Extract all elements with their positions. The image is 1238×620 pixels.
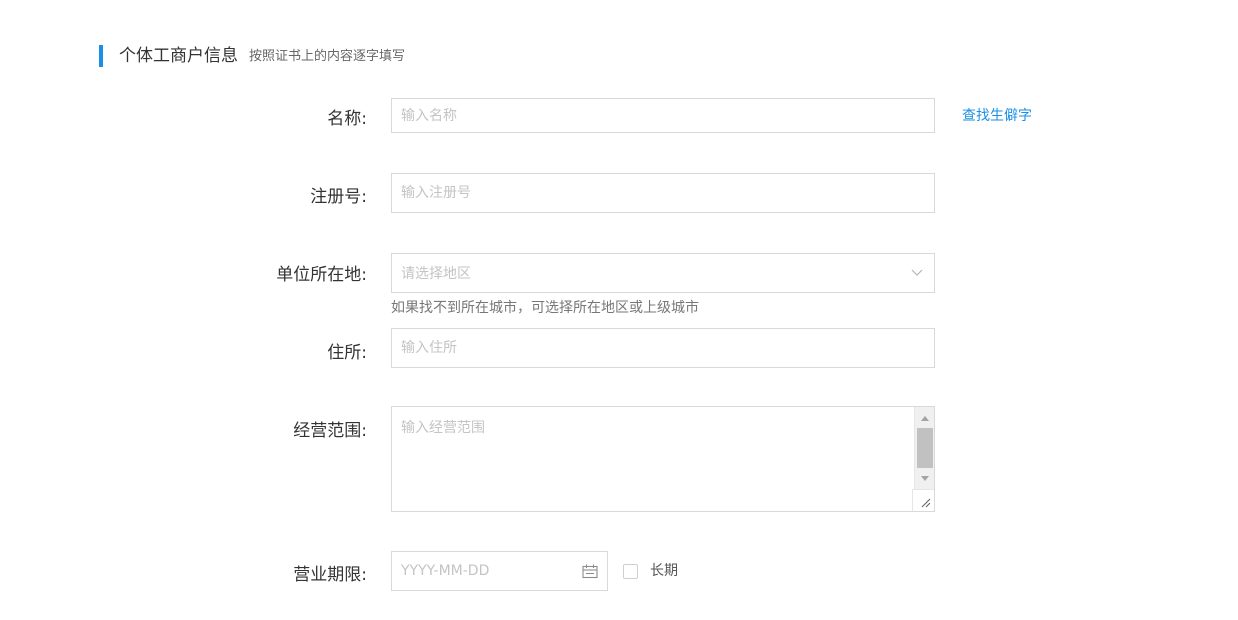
business-term-label: 营业期限: [293, 565, 367, 585]
address-label: 住所: [327, 343, 367, 363]
location-select[interactable]: 请选择地区 [391, 253, 935, 293]
chevron-down-icon [910, 266, 924, 280]
registration-number-input[interactable] [392, 174, 934, 212]
address-field-box [391, 328, 935, 368]
scrollbar-thumb[interactable] [917, 428, 933, 468]
registration-number-field-box [391, 173, 935, 213]
lookup-rare-characters-link[interactable]: 查找生僻字 [962, 106, 1032, 126]
section-accent-bar [99, 45, 103, 67]
name-field-box [391, 98, 935, 133]
location-label: 单位所在地: [276, 265, 367, 285]
location-select-placeholder: 请选择地区 [401, 266, 471, 282]
section-hint: 按照证书上的内容逐字填写 [249, 49, 406, 64]
business-term-date-box [391, 551, 608, 591]
business-scope-label: 经营范围: [293, 421, 367, 441]
business-scope-textarea[interactable] [392, 407, 934, 511]
long-term-checkbox[interactable] [623, 563, 638, 579]
name-input[interactable] [392, 99, 934, 132]
calendar-icon[interactable] [581, 562, 599, 580]
business-scope-field-box [391, 406, 935, 512]
resize-handle-icon[interactable] [912, 489, 934, 511]
business-info-form: 个体工商户信息 按照证书上的内容逐字填写 名称: 查找生僻字 注册号: 单位所在… [0, 0, 1238, 620]
location-hint: 如果找不到所在城市，可选择所在地区或上级城市 [391, 300, 699, 316]
section-title: 个体工商户信息 [119, 46, 238, 66]
address-input[interactable] [392, 329, 934, 367]
long-term-label: 长期 [650, 563, 678, 579]
business-term-date-input[interactable] [392, 552, 562, 590]
registration-number-label: 注册号: [310, 187, 367, 207]
section-header: 个体工商户信息 按照证书上的内容逐字填写 [99, 44, 405, 68]
textarea-scrollbar[interactable] [914, 407, 934, 489]
scroll-up-arrow-icon[interactable] [915, 409, 934, 427]
name-label: 名称: [327, 109, 367, 129]
scroll-down-arrow-icon[interactable] [915, 469, 934, 487]
long-term-option[interactable]: 长期 [623, 562, 678, 580]
